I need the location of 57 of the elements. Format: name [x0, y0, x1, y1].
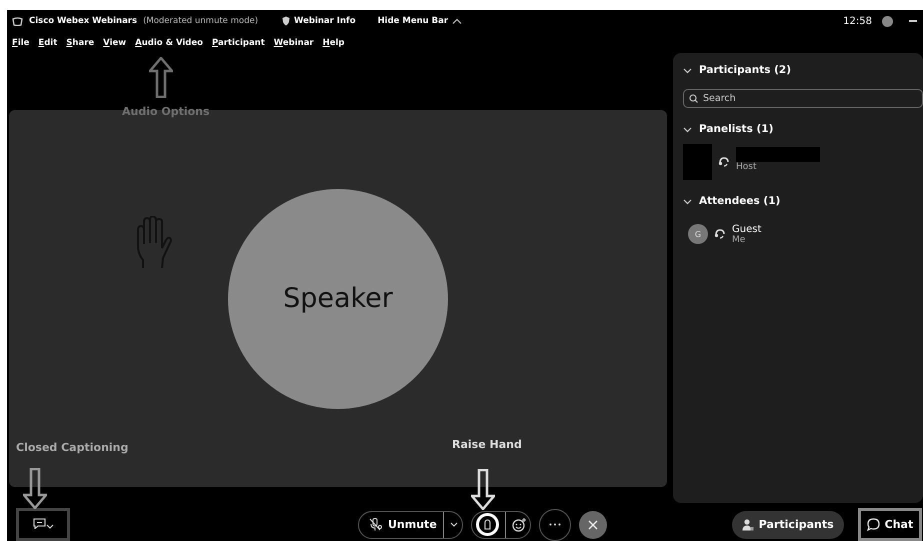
chevron-icon[interactable]: [683, 124, 692, 134]
annotation-label: Raise Hand: [452, 438, 522, 451]
shield-icon: [282, 16, 290, 26]
chat-button[interactable]: Chat: [858, 508, 922, 541]
unmute-button[interactable]: Unmute: [358, 510, 463, 538]
menu-item[interactable]: Participant: [212, 38, 265, 48]
chevron-icon[interactable]: [683, 196, 692, 206]
menu-item[interactable]: Help: [322, 38, 345, 48]
close-button[interactable]: [578, 510, 607, 538]
chevron-up-icon[interactable]: [452, 18, 462, 24]
annotation-label: Audio Options: [122, 105, 210, 118]
search-icon: [689, 94, 698, 103]
clock-time: 12:58: [843, 16, 872, 26]
participants-button[interactable]: Participants: [732, 510, 844, 538]
menu-item[interactable]: Edit: [38, 38, 58, 48]
hand-icon: [135, 216, 175, 271]
ellipsis-icon: [548, 523, 561, 526]
hide-menu-bar-link[interactable]: Hide Menu Bar: [378, 16, 448, 26]
hand-icon: [482, 519, 492, 530]
app-title: Cisco Webex Webinars: [29, 16, 138, 26]
section-title: Attendees (1): [699, 195, 780, 207]
menu-item[interactable]: Share: [66, 38, 94, 48]
more-button[interactable]: [538, 508, 571, 540]
person-icon: [742, 518, 754, 530]
section-title: Panelists (1): [699, 123, 774, 135]
close-icon: [588, 520, 598, 530]
status-icon: [882, 16, 893, 26]
caret-icon: [46, 524, 54, 529]
caret-icon: [450, 522, 458, 527]
menu-item[interactable]: Audio & Video: [135, 38, 203, 48]
captions-button[interactable]: [16, 508, 70, 541]
participant-name: Guest: [732, 224, 762, 234]
down-arrow-icon: [23, 468, 47, 509]
avatar: G: [688, 224, 708, 244]
up-arrow-icon: [149, 57, 173, 98]
participant-role: Me: [732, 234, 746, 244]
speaker-avatar: Speaker: [228, 188, 448, 408]
menu-item[interactable]: Webinar: [274, 38, 314, 48]
raise-hand-button[interactable]: [476, 513, 499, 536]
menu-item[interactable]: File: [12, 38, 30, 48]
chevron-icon[interactable]: [683, 66, 692, 74]
headset-icon: [714, 228, 726, 240]
chat-icon: [866, 518, 880, 531]
menu-item[interactable]: View: [103, 38, 126, 48]
headset-icon: [718, 156, 730, 168]
caption-icon: [32, 518, 46, 529]
mode-label: (Moderated unmute mode): [143, 16, 258, 26]
webinar-info-link[interactable]: Webinar Info: [294, 16, 356, 26]
down-arrow-icon: [471, 469, 495, 510]
muted-mic-icon: [369, 518, 382, 531]
redacted-avatar: [683, 144, 712, 180]
participant-role: Host: [736, 162, 758, 172]
app-logo-icon: [12, 16, 23, 26]
search-field[interactable]: Search: [683, 89, 923, 108]
annotation-label: Closed Captioning: [16, 441, 128, 454]
emoji-icon[interactable]: [512, 518, 526, 532]
panel-title: Participants (2): [699, 64, 792, 76]
